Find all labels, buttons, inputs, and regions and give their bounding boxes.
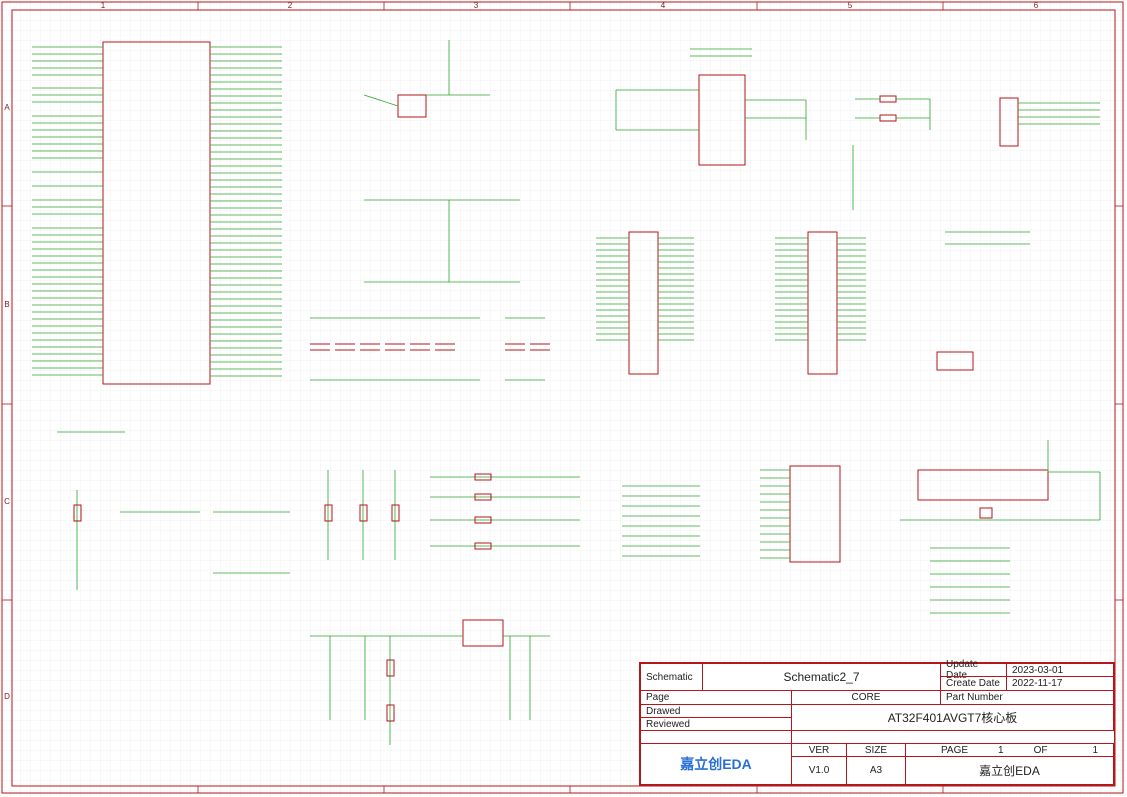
update-date-value: 2023-03-01 xyxy=(1006,663,1114,677)
reviewed-label: Reviewed xyxy=(640,717,792,731)
zone-row-c: C xyxy=(4,497,10,506)
zone-col-6: 6 xyxy=(1033,1,1039,10)
create-date-label: Create Date xyxy=(940,676,1007,691)
company-logo: 嘉立创EDA xyxy=(640,743,792,785)
schematic-sheet: 1 2 3 4 5 6 A B C D Schematic Schematic2… xyxy=(0,0,1127,797)
schematic-name: Schematic2_7 xyxy=(702,663,941,691)
board-name: AT32F401AVGT7核心板 xyxy=(791,704,1114,731)
ver-label: VER xyxy=(791,743,847,757)
blank-cell xyxy=(640,730,792,744)
pagenum-label: PAGE xyxy=(941,744,969,756)
of-value: 1 xyxy=(1092,744,1099,756)
size-value: A3 xyxy=(846,756,906,785)
title-block: Schematic Schematic2_7 Update Date 2023-… xyxy=(639,659,1115,786)
zone-col-1: 1 xyxy=(100,1,106,10)
ver-value: V1.0 xyxy=(791,756,847,785)
zone-row-a: A xyxy=(4,103,10,112)
page-name: CORE xyxy=(791,690,941,705)
drawed-label: Drawed xyxy=(640,704,792,718)
zone-col-3: 3 xyxy=(473,1,479,10)
zone-row-b: B xyxy=(4,300,10,309)
create-date-value: 2022-11-17 xyxy=(1006,676,1114,691)
zone-col-4: 4 xyxy=(660,1,666,10)
of-label: OF xyxy=(1033,744,1048,756)
pagenum-cell: PAGE 1 OF 1 xyxy=(905,743,1114,757)
size-label: SIZE xyxy=(846,743,906,757)
update-date-label: Update Date xyxy=(940,659,1007,681)
zone-row-d: D xyxy=(4,692,10,701)
schematic-label: Schematic xyxy=(640,663,703,691)
company-name: 嘉立创EDA xyxy=(905,756,1114,785)
part-number-label: Part Number xyxy=(940,690,1114,705)
zone-col-5: 5 xyxy=(847,1,853,10)
pagenum-value: 1 xyxy=(998,744,1004,756)
zone-col-2: 2 xyxy=(287,1,293,10)
page-label: Page xyxy=(640,690,792,705)
